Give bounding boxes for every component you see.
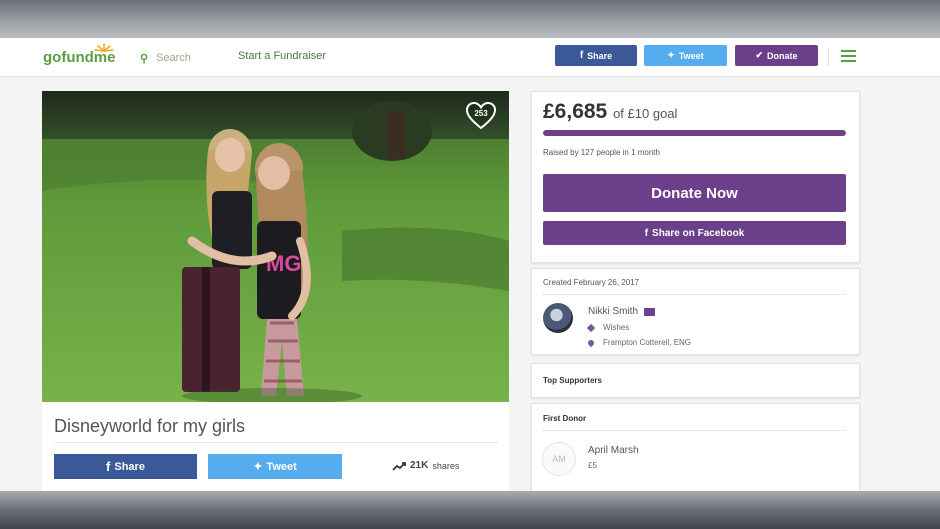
first-donor-heading: First Donor	[543, 414, 587, 423]
campaign-share-label: Share	[114, 460, 145, 473]
title-divider	[54, 442, 497, 443]
start-fundraiser-link[interactable]: Start a Fundraiser	[238, 50, 326, 62]
location-pin-icon	[586, 338, 596, 347]
campaign-card: MG 253 Disneyworld for my girls f Share …	[42, 91, 509, 491]
facebook-icon: f	[644, 227, 649, 239]
organizer-category-row: Wishes	[586, 323, 629, 332]
top-supporters-card: Top Supporters	[531, 363, 860, 398]
mail-icon[interactable]	[644, 307, 656, 316]
nav-donate-button[interactable]: ✔ Donate	[735, 45, 818, 66]
donate-now-button[interactable]: Donate Now	[543, 174, 846, 212]
organizer-location-row: Frampton Cotterell, ENG	[586, 338, 692, 347]
donation-card: £6,685 of £10 goal Raised by 127 people …	[531, 91, 860, 263]
nav-donate-label: Donate	[767, 50, 798, 61]
logo-sun-icon	[94, 43, 114, 52]
goal-text: of £10 goal	[613, 106, 678, 121]
created-date: Created February 26, 2017	[543, 278, 640, 287]
nav-share-label: Share	[587, 50, 613, 61]
facebook-icon: f	[579, 50, 584, 61]
nav-tweet-button[interactable]: ✦ Tweet	[644, 45, 727, 66]
hamburger-menu-icon[interactable]	[841, 50, 856, 63]
video-frame-bottom	[0, 491, 940, 529]
campaign-photo[interactable]: MG 253	[42, 91, 509, 402]
raised-by-text: Raised by 127 people in 1 month	[543, 148, 660, 157]
nav-share-button[interactable]: f Share	[555, 45, 637, 66]
campaign-photo-image: MG	[42, 91, 509, 402]
shares-label: shares	[432, 460, 460, 471]
shares-counter: 21K shares	[392, 460, 459, 471]
organizer-avatar[interactable]	[543, 303, 573, 333]
twitter-icon: ✦	[667, 50, 675, 60]
tag-icon	[586, 323, 596, 332]
donor-avatar: AM	[542, 442, 576, 476]
search-icon: ⚲	[140, 52, 149, 65]
first-donor-card: First Donor AM April Marsh £5	[531, 403, 860, 491]
search-field[interactable]: ⚲ Search	[140, 50, 191, 66]
organizer-category[interactable]: Wishes	[603, 323, 629, 332]
campaign-share-button[interactable]: f Share	[54, 454, 197, 479]
donor-amount: £5	[588, 461, 597, 470]
facebook-icon: f	[106, 459, 111, 474]
organizer-card: Created February 26, 2017 Nikki Smith Wi…	[531, 268, 860, 355]
donor-name: April Marsh	[588, 445, 639, 456]
heart-count[interactable]: 253	[465, 109, 497, 118]
organizer-name-row: Nikki Smith	[588, 306, 656, 317]
nav-tweet-label: Tweet	[678, 50, 704, 61]
nav-divider	[828, 49, 829, 66]
video-frame-top	[0, 0, 940, 38]
twitter-icon: ✦	[253, 461, 263, 473]
progress-fill	[543, 130, 846, 136]
campaign-tweet-button[interactable]: ✦ Tweet	[208, 454, 342, 479]
shares-count: 21K	[410, 460, 429, 471]
created-divider	[543, 294, 846, 295]
amount-raised: £6,685 of £10 goal	[543, 100, 677, 124]
top-supporters-heading: Top Supporters	[543, 376, 602, 385]
campaign-tweet-label: Tweet	[266, 460, 297, 473]
organizer-location: Frampton Cotterell, ENG	[603, 338, 692, 347]
checkmark-icon: ✔	[755, 50, 764, 60]
share-on-facebook-label: Share on Facebook	[652, 227, 745, 239]
first-donor-divider	[543, 430, 846, 431]
share-on-facebook-button[interactable]: f Share on Facebook	[543, 221, 846, 245]
progress-bar	[543, 130, 846, 136]
webpage: gofundme ⚲ Search Start a Fundraiser f S…	[0, 38, 940, 491]
campaign-title: Disneyworld for my girls	[54, 416, 246, 436]
organizer-name[interactable]: Nikki Smith	[588, 306, 638, 317]
top-navbar: gofundme ⚲ Search Start a Fundraiser f S…	[0, 38, 940, 77]
amount-raised-value: £6,685	[543, 100, 608, 123]
search-placeholder: Search	[156, 52, 191, 64]
trending-up-icon	[392, 461, 406, 471]
